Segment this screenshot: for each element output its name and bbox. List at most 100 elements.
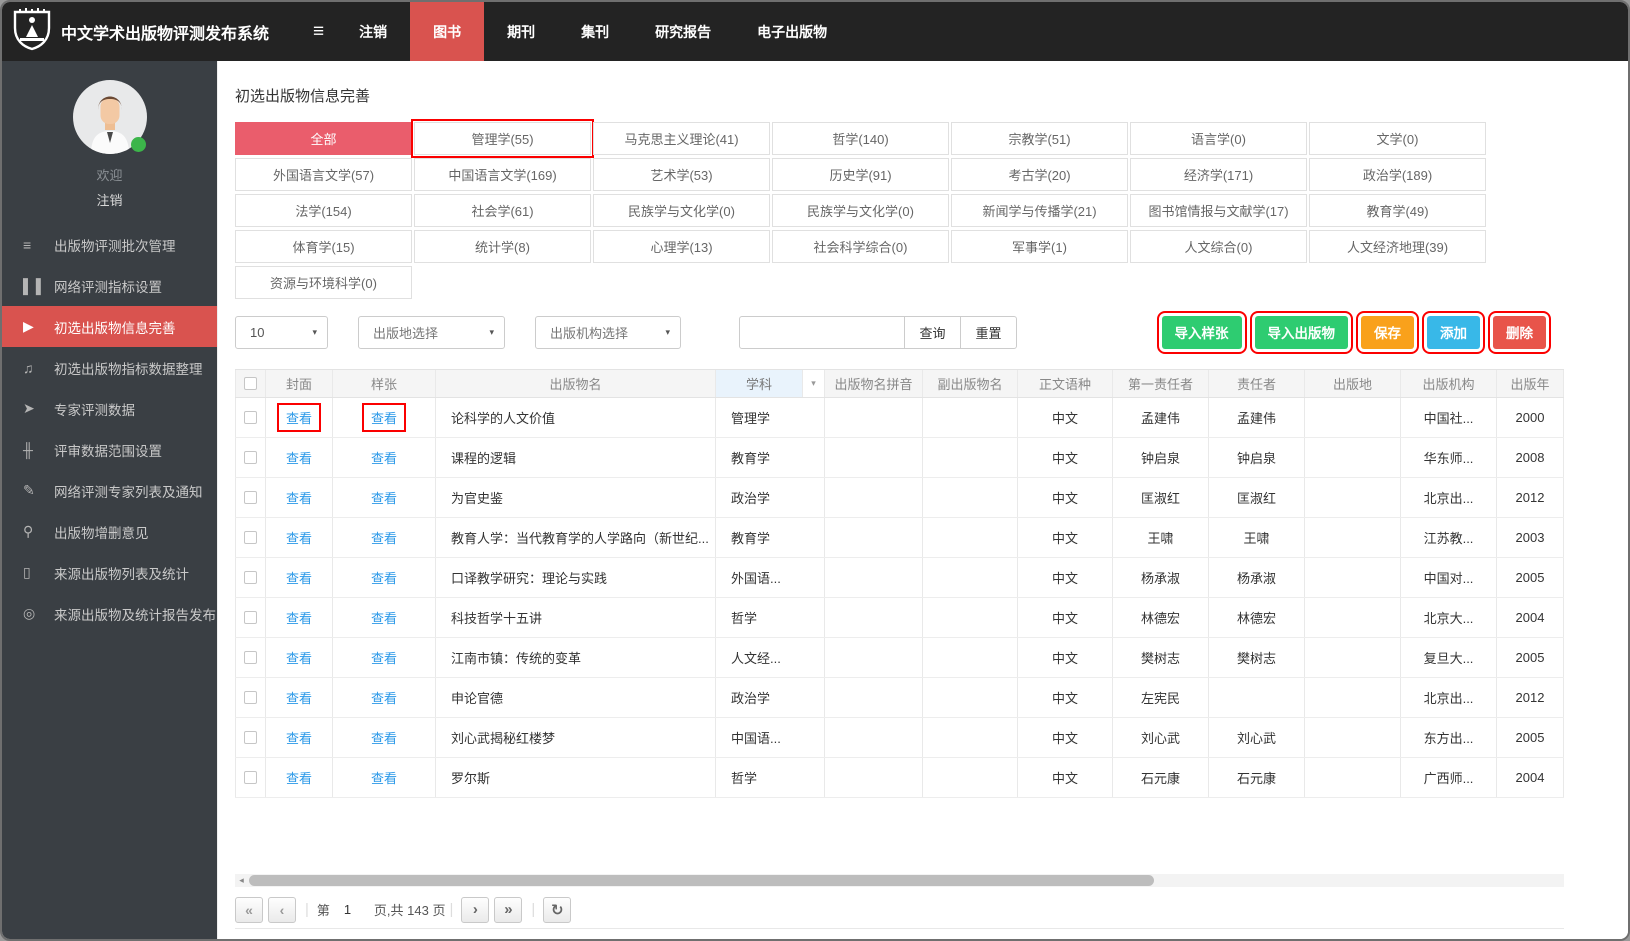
- category-button[interactable]: 心理学(13): [593, 230, 770, 263]
- horizontal-scrollbar[interactable]: ◂: [235, 874, 1564, 887]
- sidebar-item-index-data-organize[interactable]: ♫ 初选出版物指标数据整理: [2, 347, 217, 388]
- sidebar-item-batch-management[interactable]: ≡ 出版物评测批次管理: [2, 224, 217, 265]
- scrollbar-thumb[interactable]: [249, 875, 1154, 886]
- view-sample-link[interactable]: 查看: [371, 691, 397, 706]
- next-page-button[interactable]: ›: [461, 896, 490, 923]
- view-sample-link[interactable]: 查看: [371, 651, 397, 666]
- cell-year: 2005: [1497, 558, 1564, 597]
- category-button[interactable]: 历史学(91): [772, 158, 949, 191]
- sidebar-item-add-delete-opinions[interactable]: ⚲ 出版物增删意见: [2, 511, 217, 552]
- view-cover-link[interactable]: 查看: [286, 531, 312, 546]
- view-sample-link[interactable]: 查看: [371, 771, 397, 786]
- nav-tab-logout[interactable]: 注销: [336, 2, 410, 61]
- row-checkbox[interactable]: [244, 731, 257, 744]
- publish-place-select[interactable]: 出版地选择 ▾: [358, 315, 505, 349]
- category-button[interactable]: 马克思主义理论(41): [593, 122, 770, 155]
- category-button[interactable]: 人文经济地理(39): [1309, 230, 1486, 263]
- category-button[interactable]: 经济学(171): [1130, 158, 1307, 191]
- sidebar-item-preselection-info[interactable]: ▶ 初选出版物信息完善: [2, 306, 217, 347]
- row-checkbox[interactable]: [244, 611, 257, 624]
- row-checkbox[interactable]: [244, 691, 257, 704]
- row-checkbox[interactable]: [244, 531, 257, 544]
- select-all-checkbox[interactable]: [244, 377, 257, 390]
- view-sample-link[interactable]: 查看: [371, 491, 397, 506]
- category-button[interactable]: 教育学(49): [1309, 194, 1486, 227]
- delete-button[interactable]: 删除: [1488, 310, 1551, 354]
- view-sample-link[interactable]: 查看: [371, 411, 397, 426]
- category-button[interactable]: 军事学(1): [951, 230, 1128, 263]
- sidebar-item-review-data-scope[interactable]: ╫ 评审数据范围设置: [2, 429, 217, 470]
- view-cover-link[interactable]: 查看: [286, 491, 312, 506]
- view-sample-link[interactable]: 查看: [371, 611, 397, 626]
- category-button[interactable]: 体育学(15): [235, 230, 412, 263]
- row-checkbox[interactable]: [244, 771, 257, 784]
- view-cover-link[interactable]: 查看: [286, 611, 312, 626]
- sidebar-logout-link[interactable]: 注销: [2, 190, 217, 209]
- category-button[interactable]: 政治学(189): [1309, 158, 1486, 191]
- category-button[interactable]: 新闻学与传播学(21): [951, 194, 1128, 227]
- category-button[interactable]: 人文综合(0): [1130, 230, 1307, 263]
- row-checkbox[interactable]: [244, 651, 257, 664]
- category-button[interactable]: 资源与环境科学(0): [235, 266, 412, 299]
- publisher-select[interactable]: 出版机构选择 ▾: [535, 315, 681, 349]
- row-checkbox[interactable]: [244, 491, 257, 504]
- category-button[interactable]: 哲学(140): [772, 122, 949, 155]
- sidebar-item-expert-evaluation-data[interactable]: ➤ 专家评测数据: [2, 388, 217, 429]
- category-button[interactable]: 文学(0): [1309, 122, 1486, 155]
- first-page-button[interactable]: «: [235, 896, 263, 923]
- save-button[interactable]: 保存: [1356, 310, 1419, 354]
- sidebar-item-expert-list-notice[interactable]: ✎ 网络评测专家列表及通知: [2, 470, 217, 511]
- category-button[interactable]: 社会科学综合(0): [772, 230, 949, 263]
- category-button[interactable]: 艺术学(53): [593, 158, 770, 191]
- category-button[interactable]: 社会学(61): [414, 194, 591, 227]
- view-cover-link[interactable]: 查看: [286, 731, 312, 746]
- category-button[interactable]: 统计学(8): [414, 230, 591, 263]
- nav-tab-journals[interactable]: 期刊: [484, 2, 558, 61]
- view-cover-link[interactable]: 查看: [286, 451, 312, 466]
- reset-button[interactable]: 重置: [960, 315, 1017, 349]
- view-cover-link[interactable]: 查看: [286, 411, 312, 426]
- sidebar-item-network-index-settings[interactable]: ▌▐ 网络评测指标设置: [2, 265, 217, 306]
- scroll-left-arrow-icon[interactable]: ◂: [235, 875, 248, 886]
- nav-tab-collections[interactable]: 集刊: [558, 2, 632, 61]
- search-input[interactable]: [739, 315, 905, 349]
- view-sample-link[interactable]: 查看: [371, 451, 397, 466]
- view-cover-link[interactable]: 查看: [286, 651, 312, 666]
- category-button[interactable]: 全部: [235, 122, 412, 155]
- view-cover-link[interactable]: 查看: [286, 571, 312, 586]
- query-button[interactable]: 查询: [904, 315, 961, 349]
- add-button[interactable]: 添加: [1422, 310, 1485, 354]
- category-button[interactable]: 图书馆情报与文献学(17): [1130, 194, 1307, 227]
- view-cover-link[interactable]: 查看: [286, 771, 312, 786]
- category-button[interactable]: 外国语言文学(57): [235, 158, 412, 191]
- import-sample-button[interactable]: 导入样张: [1156, 310, 1247, 354]
- row-checkbox[interactable]: [244, 571, 257, 584]
- prev-page-button[interactable]: ‹: [268, 896, 296, 923]
- category-button[interactable]: 语言学(0): [1130, 122, 1307, 155]
- nav-tab-epublications[interactable]: 电子出版物: [734, 2, 850, 61]
- category-button[interactable]: 民族学与文化学(0): [772, 194, 949, 227]
- hamburger-menu-icon[interactable]: ≡: [313, 21, 324, 43]
- category-button[interactable]: 中国语言文学(169): [414, 158, 591, 191]
- sidebar-item-source-list-stats[interactable]: ▯ 来源出版物列表及统计: [2, 552, 217, 593]
- nav-tab-research-reports[interactable]: 研究报告: [632, 2, 734, 61]
- category-button[interactable]: 法学(154): [235, 194, 412, 227]
- page-size-select[interactable]: 10 ▾: [235, 315, 328, 349]
- view-sample-link[interactable]: 查看: [371, 731, 397, 746]
- category-button[interactable]: 宗教学(51): [951, 122, 1128, 155]
- category-button[interactable]: 考古学(20): [951, 158, 1128, 191]
- last-page-button[interactable]: »: [494, 896, 523, 923]
- import-publication-button[interactable]: 导入出版物: [1249, 310, 1353, 354]
- nav-tab-books[interactable]: 图书: [410, 2, 485, 61]
- view-sample-link[interactable]: 查看: [371, 571, 397, 586]
- current-page-input[interactable]: [329, 897, 374, 922]
- view-sample-link[interactable]: 查看: [371, 531, 397, 546]
- subject-filter-dropdown-icon[interactable]: ▾: [803, 370, 825, 397]
- view-cover-link[interactable]: 查看: [286, 691, 312, 706]
- category-button[interactable]: 民族学与文化学(0): [593, 194, 770, 227]
- category-button[interactable]: 管理学(55): [411, 119, 594, 158]
- refresh-icon[interactable]: ↻: [543, 896, 572, 923]
- row-checkbox[interactable]: [244, 451, 257, 464]
- sidebar-item-source-report-publish[interactable]: ◎ 来源出版物及统计报告发布: [2, 593, 217, 634]
- row-checkbox[interactable]: [244, 411, 257, 424]
